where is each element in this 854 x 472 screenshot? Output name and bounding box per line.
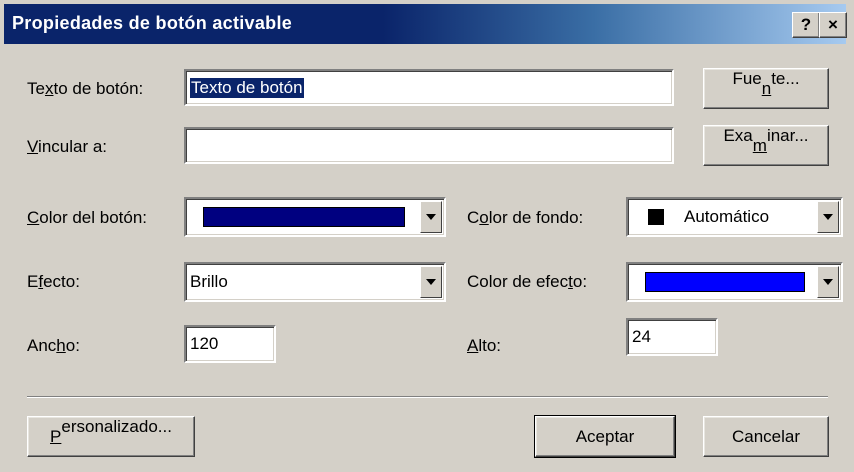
chevron-down-icon[interactable] xyxy=(817,201,839,233)
button-text-input[interactable]: Texto de botón xyxy=(184,69,674,106)
title-bar: Propiedades de botón activable ? × xyxy=(4,4,847,44)
ok-button-label: Aceptar xyxy=(575,426,635,446)
width-input[interactable]: 120 xyxy=(184,325,276,363)
chevron-down-icon[interactable] xyxy=(420,201,442,233)
link-label: Vincular a: xyxy=(27,137,108,156)
chevron-down-icon[interactable] xyxy=(420,266,442,298)
help-button[interactable]: ? xyxy=(792,12,820,38)
background-color-swatch xyxy=(648,209,664,225)
button-color-swatch xyxy=(203,207,405,227)
button-text-label: Texto de botón: xyxy=(27,79,144,98)
button-color-dropdown[interactable] xyxy=(184,197,446,237)
effect-color-swatch xyxy=(645,272,805,292)
width-value: 120 xyxy=(190,334,219,353)
height-input[interactable]: 24 xyxy=(626,318,718,356)
button-text-value: Texto de botón xyxy=(190,77,304,98)
background-color-label: Color de fondo: xyxy=(467,208,584,227)
font-button[interactable]: Fuente... xyxy=(703,68,829,109)
effect-color-label: Color de efecto: xyxy=(467,272,588,291)
chevron-down-icon[interactable] xyxy=(817,266,839,298)
button-color-label: Color del botón: xyxy=(27,208,148,227)
custom-button[interactable]: Personalizado... xyxy=(27,416,195,457)
window-title: Propiedades de botón activable xyxy=(12,13,293,33)
cancel-button[interactable]: Cancelar xyxy=(703,416,829,457)
effect-label: Efecto: xyxy=(27,272,80,291)
background-color-dropdown[interactable]: Automático xyxy=(626,197,843,237)
custom-button-label: Personalizado... xyxy=(50,416,172,446)
close-button[interactable]: × xyxy=(819,12,847,38)
height-value: 24 xyxy=(632,327,651,346)
help-icon: ? xyxy=(800,15,812,34)
effect-color-dropdown[interactable] xyxy=(626,262,843,302)
browse-button[interactable]: Examinar... xyxy=(703,125,829,166)
effect-value: Brillo xyxy=(190,272,228,291)
ok-button[interactable]: Aceptar xyxy=(534,415,676,458)
height-label: Alto: xyxy=(467,336,502,355)
effect-dropdown[interactable]: Brillo xyxy=(184,262,446,302)
width-label: Ancho: xyxy=(27,336,80,355)
background-color-value: Automático xyxy=(684,207,770,226)
font-button-label: Fuente... xyxy=(732,68,800,98)
cancel-button-label: Cancelar xyxy=(731,426,801,446)
close-icon: × xyxy=(828,15,838,34)
browse-button-label: Examinar... xyxy=(723,125,809,155)
link-input[interactable] xyxy=(184,127,674,164)
separator-line xyxy=(27,396,828,398)
